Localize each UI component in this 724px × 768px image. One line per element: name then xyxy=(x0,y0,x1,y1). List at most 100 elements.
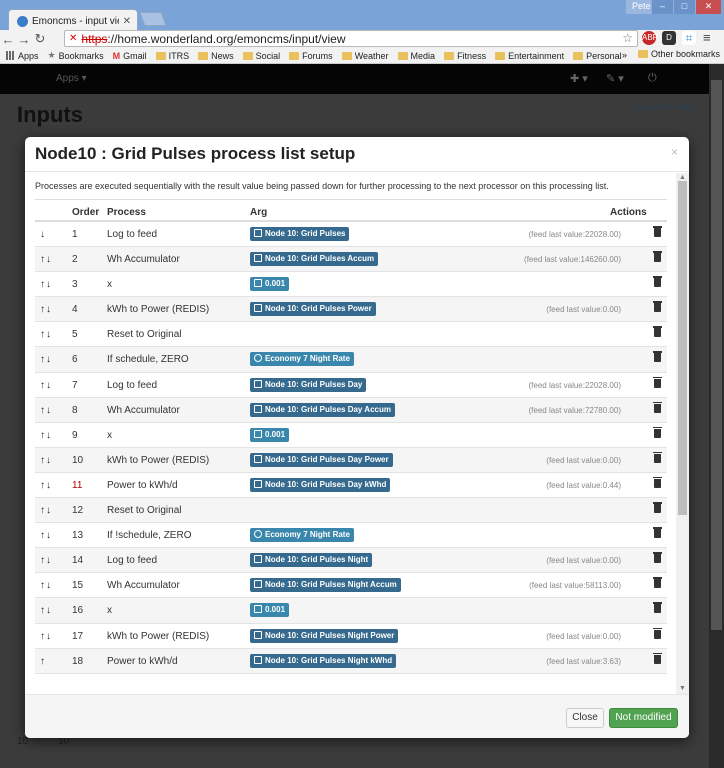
bookmark-star-icon[interactable]: ☆ xyxy=(622,31,633,45)
reorder-arrows-icon[interactable]: ↑↓ xyxy=(40,605,52,616)
row-feed-value: (feed last value:3.63) xyxy=(546,656,621,666)
row-process: If !schedule, ZERO xyxy=(107,530,192,542)
back-icon[interactable]: ← xyxy=(0,32,16,47)
trash-icon[interactable] xyxy=(653,301,662,313)
row-process: kWh to Power (REDIS) xyxy=(107,454,210,466)
reorder-arrows-icon[interactable]: ↓ xyxy=(40,229,46,240)
trash-icon[interactable] xyxy=(653,627,662,639)
bookmark-entertainment[interactable]: Entertainment xyxy=(495,51,564,61)
page-scrollbar-thumb[interactable] xyxy=(711,80,722,630)
minimize-icon[interactable]: – xyxy=(651,0,673,14)
reorder-arrows-icon[interactable]: ↑↓ xyxy=(40,631,52,642)
reorder-arrows-icon[interactable]: ↑↓ xyxy=(40,430,52,441)
trash-icon[interactable] xyxy=(653,476,662,488)
row-arg-text: Node 10: Grid Pulses Night kWhd xyxy=(265,655,393,665)
trash-icon[interactable] xyxy=(653,401,662,413)
table-row: ↑↓ 4 kWh to Power (REDIS) Node 10: Grid Pul… xyxy=(35,297,667,323)
table-body: ↓ 1 Log to feed Node 10: Grid Pulses (feed l… xyxy=(35,222,667,674)
window-close-icon[interactable]: ✕ xyxy=(695,0,721,14)
reload-icon[interactable]: ↻ xyxy=(32,31,48,47)
address-bar[interactable]: ✕ https ://home.wonderland.org/emoncms/i… xyxy=(64,30,638,47)
close-button[interactable]: Close xyxy=(566,708,604,728)
reorder-arrows-icon[interactable]: ↑↓ xyxy=(40,279,52,290)
trash-icon[interactable] xyxy=(653,251,662,263)
list-icon xyxy=(254,479,262,488)
chrome-menu-icon[interactable]: ≡ xyxy=(703,30,711,45)
insecure-lock-icon[interactable]: ✕ xyxy=(69,33,77,44)
trash-icon[interactable] xyxy=(653,326,662,338)
modal-close-icon[interactable]: × xyxy=(671,145,678,159)
header-process: Process xyxy=(107,207,146,218)
tab-close-icon[interactable]: ✕ xyxy=(123,16,131,27)
reorder-arrows-icon[interactable]: ↑ xyxy=(40,656,46,667)
new-tab-button[interactable] xyxy=(139,12,167,26)
trash-icon[interactable] xyxy=(653,451,662,463)
table-row: ↑↓ 3 x 0.001 xyxy=(35,272,667,298)
row-arg-text: Node 10: Grid Pulses Power xyxy=(265,304,372,314)
reorder-arrows-icon[interactable]: ↑↓ xyxy=(40,304,52,315)
trash-icon[interactable] xyxy=(653,577,662,589)
trash-icon[interactable] xyxy=(653,426,662,438)
reorder-arrows-icon[interactable]: ↑↓ xyxy=(40,254,52,265)
extension-d-icon[interactable]: D xyxy=(662,31,676,45)
row-arg-badge: Node 10: Grid Pulses Power xyxy=(250,302,376,317)
trash-icon[interactable] xyxy=(653,652,662,664)
adblock-extension-icon[interactable]: ABP xyxy=(642,31,658,45)
trash-icon[interactable] xyxy=(653,276,662,288)
table-row: ↑↓ 15 Wh Accumulator Node 10: Grid Pulses N… xyxy=(35,573,667,599)
row-arg-badge: 0.001 xyxy=(250,427,290,442)
modal-scrollbar[interactable]: ▲ ▼ xyxy=(676,173,689,695)
reorder-arrows-icon[interactable]: ↑↓ xyxy=(40,329,52,340)
row-order: 5 xyxy=(72,329,78,341)
forward-icon[interactable]: → xyxy=(16,32,32,47)
reorder-arrows-icon[interactable]: ↑↓ xyxy=(40,530,52,541)
bookmark-weather[interactable]: Weather xyxy=(341,51,389,61)
reorder-arrows-icon[interactable]: ↑↓ xyxy=(40,505,52,516)
folder-icon xyxy=(242,51,253,60)
browser-toolbar: ← → ↻ ✕ https ://home.wonderland.org/emo… xyxy=(0,30,724,48)
extension-network-icon[interactable]: ⌗ xyxy=(682,31,696,45)
reorder-arrows-icon[interactable]: ↑↓ xyxy=(40,354,52,365)
trash-icon[interactable] xyxy=(653,502,662,514)
trash-icon[interactable] xyxy=(653,527,662,539)
reorder-arrows-icon[interactable]: ↑↓ xyxy=(40,580,52,591)
reorder-arrows-icon[interactable]: ↑↓ xyxy=(40,405,52,416)
trash-icon[interactable] xyxy=(653,226,662,237)
table-row: ↑↓ 13 If !schedule, ZERO Economy 7 Night Ra… xyxy=(35,523,667,549)
trash-icon[interactable] xyxy=(653,602,662,614)
row-arg-badge: 0.001 xyxy=(250,277,290,292)
save-button[interactable]: Not modified xyxy=(609,708,678,728)
row-process: Wh Accumulator xyxy=(107,254,180,266)
bookmark-apps[interactable]: Apps xyxy=(6,51,39,61)
bookmark-itrs[interactable]: ITRS xyxy=(155,51,189,61)
bookmark-social[interactable]: Social xyxy=(242,51,280,61)
reorder-arrows-icon[interactable]: ↑↓ xyxy=(40,555,52,566)
table-header: Order Process Arg Actions xyxy=(35,199,667,222)
reorder-arrows-icon[interactable]: ↑↓ xyxy=(40,380,52,391)
modal-description: Processes are executed sequentially with… xyxy=(35,181,609,191)
bookmark-personal[interactable]: Personal xyxy=(573,51,622,61)
trash-icon[interactable] xyxy=(653,376,662,388)
bookmark-media[interactable]: Media xyxy=(397,51,435,61)
table-row: ↑↓ 14 Log to feed Node 10: Grid Pulses Nigh… xyxy=(35,548,667,574)
browser-tab[interactable]: Emoncms - input view ✕ xyxy=(8,9,138,30)
bookmark-bookmarks[interactable]: ★ Bookmarks xyxy=(48,50,104,61)
bookmark-fitness[interactable]: Fitness xyxy=(444,51,486,61)
table-row: ↑↓ 12 Reset to Original xyxy=(35,498,667,524)
maximize-icon[interactable]: □ xyxy=(673,0,695,14)
bookmark-forums[interactable]: Forums xyxy=(289,51,333,61)
scroll-up-icon[interactable]: ▲ xyxy=(679,174,686,181)
reorder-arrows-icon[interactable]: ↑↓ xyxy=(40,480,52,491)
trash-icon[interactable] xyxy=(653,351,662,363)
bookmark-news[interactable]: News xyxy=(198,51,234,61)
scroll-down-icon[interactable]: ▼ xyxy=(679,685,686,692)
bookmarks-overflow[interactable]: » xyxy=(622,50,627,60)
reorder-arrows-icon[interactable]: ↑↓ xyxy=(40,455,52,466)
modal-title: Node10 : Grid Pulses process list setup xyxy=(35,144,356,163)
header-arg: Arg xyxy=(250,207,268,218)
trash-icon[interactable] xyxy=(653,552,662,564)
modal-scrollbar-thumb[interactable] xyxy=(678,181,687,515)
bookmark-gmail[interactable]: M Gmail xyxy=(113,51,147,61)
bookmark-other[interactable]: Other bookmarks xyxy=(638,49,720,59)
row-arg-badge: Node 10: Grid Pulses Day xyxy=(250,377,367,392)
